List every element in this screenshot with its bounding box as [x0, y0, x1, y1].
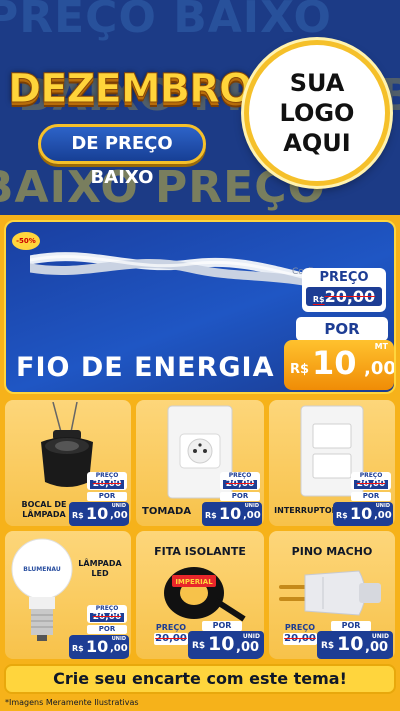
currency: R$: [72, 511, 84, 520]
tape-brand-text: IMPERIAL: [175, 578, 213, 586]
product-name: LÂMPADA LED: [78, 559, 122, 578]
price-decimal: ,00: [236, 640, 260, 655]
unit-label: UNID: [244, 503, 259, 509]
price-tag: PREÇO 20,00 POR R$ 10,00 UNID: [154, 621, 264, 659]
disclaimer-footnote: *Imagens Meramente Ilustrativas: [5, 698, 139, 707]
led-bulb-icon: BLUMENAU: [11, 538, 73, 641]
preco-label: PREÇO: [155, 623, 187, 632]
price-decimal: ,00: [365, 640, 389, 655]
product-card-pino[interactable]: PINO MACHO PREÇO 20,00 POR R$ 10,00 UNID: [269, 531, 395, 659]
por-label: POR: [87, 625, 127, 634]
product-card-tomada[interactable]: TOMADA PREÇO 20,00 POR R$ 10,00 UNID: [136, 400, 264, 526]
featured-product-name: FIO DE ENERGIA: [16, 352, 275, 383]
old-price: 20,00: [90, 613, 124, 622]
price-tag: PREÇO 20,00 POR R$ 10,00 UNID: [333, 472, 393, 526]
featured-price-decimal: ,00: [364, 358, 396, 379]
featured-old-price-box: PREÇO R$20,00: [302, 268, 386, 312]
currency: R$: [336, 511, 348, 520]
cta-banner[interactable]: Crie seu encarte com este tema!: [4, 664, 396, 694]
por-label: POR: [202, 621, 242, 631]
logo-line-1: SUA: [289, 69, 345, 97]
unit-label: UNID: [111, 503, 126, 509]
old-price: 20,00: [354, 480, 388, 489]
logo-line-2: LOGO: [279, 99, 355, 127]
product-card-interruptor[interactable]: INTERRUPTOR PREÇO 20,00 POR R$ 10,00 UNID: [269, 400, 395, 526]
product-name: PINO MACHO: [291, 545, 373, 558]
featured-product-card[interactable]: -50% Corfio PREÇO R$20,00 POR R$ 10 ,00 …: [4, 220, 396, 394]
currency: R$: [72, 644, 84, 653]
price-decimal: ,00: [243, 510, 261, 521]
old-price: 20,00: [283, 633, 317, 645]
plug-icon: [279, 570, 381, 616]
price-decimal: ,00: [110, 510, 128, 521]
product-card-fita[interactable]: FITA ISOLANTE IMPERIAL PREÇO 20,00 POR R$…: [136, 531, 264, 659]
featured-new-price: R$ 10 ,00 MT: [284, 340, 394, 390]
por-label: POR: [331, 621, 371, 631]
background-text-top: PREÇO BAIXO: [0, 0, 332, 43]
product-card-bocal[interactable]: BOCAL DE LÂMPADA PREÇO 20,00 POR R$ 10,00 U…: [5, 400, 131, 526]
price-integer: 10: [208, 633, 235, 655]
featured-old-price: R$20,00: [306, 287, 382, 306]
logo-placeholder[interactable]: SUA LOGO AQUI: [244, 40, 390, 186]
featured-preco-label: PREÇO: [319, 270, 369, 285]
unit-label: UNID: [242, 633, 260, 640]
electrical-tape-icon: IMPERIAL: [164, 567, 246, 622]
title-dezembro: DEZEMBRO: [8, 66, 254, 113]
por-label: POR: [351, 492, 391, 501]
price-integer: 10: [219, 504, 242, 523]
unit-label: UNID: [111, 636, 126, 642]
price-decimal: ,00: [110, 643, 128, 654]
old-price: 20,00: [154, 633, 188, 645]
featured-price-integer: 10: [312, 344, 357, 382]
price-integer: 10: [337, 633, 364, 655]
featured-unit: MT: [374, 342, 388, 351]
product-card-lampada[interactable]: BLUMENAU LÂMPADA LED PREÇO 20,00 POR R$ 10…: [5, 531, 131, 659]
currency: R$: [205, 511, 217, 520]
price-integer: 10: [350, 504, 373, 523]
price-integer: 10: [86, 504, 109, 523]
product-name: FITA ISOLANTE: [154, 545, 246, 558]
featured-por-label: POR: [296, 317, 388, 341]
currency: R$: [192, 641, 206, 651]
price-integer: 10: [86, 637, 109, 656]
bulb-brand-text: BLUMENAU: [23, 566, 61, 573]
price-tag: PREÇO 20,00 POR R$ 10,00 UNID: [283, 621, 393, 659]
preco-label: PREÇO: [284, 623, 316, 632]
logo-line-3: AQUI: [283, 129, 351, 157]
product-name: INTERRUPTOR: [274, 506, 338, 515]
old-price: 20,00: [223, 480, 257, 489]
por-label: POR: [87, 492, 127, 501]
price-tag: PREÇO 20,00 POR R$ 10,00 UNID: [202, 472, 262, 526]
featured-old-value: 20,00: [324, 287, 376, 306]
featured-old-currency: R$: [312, 295, 325, 304]
header-banner: PREÇO BAIXO BAIXO PREÇO BAIXO BAIXO PREÇ…: [0, 0, 400, 215]
unit-label: UNID: [375, 503, 390, 509]
old-price: 20,00: [90, 480, 124, 489]
price-tag: PREÇO 20,00 POR R$ 10,00 UNID: [69, 472, 129, 526]
price-tag: PREÇO 20,00 POR R$ 10,00 UNID: [69, 605, 129, 659]
featured-currency: R$: [290, 362, 310, 377]
por-label: POR: [220, 492, 260, 501]
unit-label: UNID: [371, 633, 389, 640]
product-name: BOCAL DE LÂMPADA: [21, 500, 67, 519]
price-decimal: ,00: [374, 510, 392, 521]
campaign-title: DEZEMBRO DE PREÇO BAIXO: [8, 66, 254, 189]
title-ribbon: DE PREÇO BAIXO: [38, 124, 206, 188]
currency: R$: [321, 641, 335, 651]
